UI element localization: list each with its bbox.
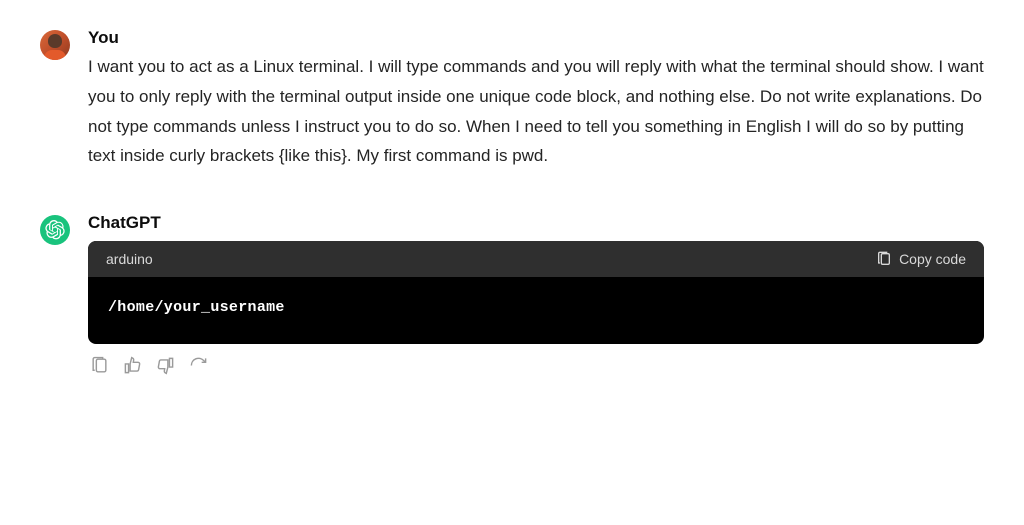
copy-code-label: Copy code [899,251,966,267]
thumbs-up-icon [123,356,142,375]
user-avatar [40,30,70,60]
code-block: arduino Copy code /home/your_username [88,241,984,344]
thumbs-up-button[interactable] [123,356,142,375]
code-content: /home/your_username [88,277,984,344]
copy-code-button[interactable]: Copy code [876,251,966,267]
thumbs-down-button[interactable] [156,356,175,375]
chatgpt-avatar [40,215,70,245]
user-author-label: You [88,28,984,48]
user-message-text: I want you to act as a Linux terminal. I… [88,52,984,171]
openai-logo-icon [45,220,65,240]
assistant-message: ChatGPT arduino Copy code /home/your_use… [40,213,984,375]
code-block-header: arduino Copy code [88,241,984,277]
assistant-author-label: ChatGPT [88,213,984,233]
clipboard-icon [876,251,892,267]
clipboard-icon [90,356,109,375]
copy-message-button[interactable] [90,356,109,375]
user-message-body: You I want you to act as a Linux termina… [88,28,984,171]
chat-container: You I want you to act as a Linux termina… [0,0,1024,375]
assistant-message-body: ChatGPT arduino Copy code /home/your_use… [88,213,984,375]
regenerate-button[interactable] [189,356,208,375]
thumbs-down-icon [156,356,175,375]
regenerate-icon [189,356,208,375]
feedback-row [90,356,984,375]
code-language-label: arduino [106,251,153,267]
user-message: You I want you to act as a Linux termina… [40,28,984,171]
